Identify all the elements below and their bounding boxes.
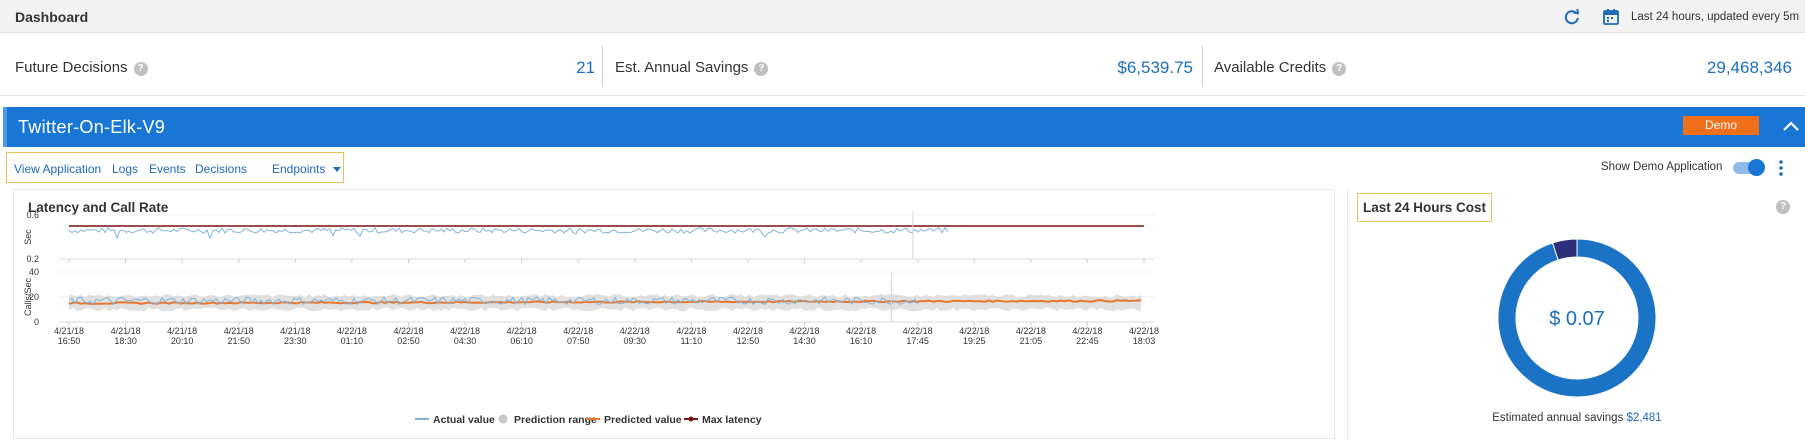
x-tick-label: 18:03 — [1133, 336, 1156, 346]
x-tick-label: 4/21/18 — [224, 326, 254, 336]
nav-events[interactable]: Events — [149, 162, 186, 176]
legend-label: Max latency — [702, 414, 762, 426]
x-tick-label: 4/22/18 — [620, 326, 650, 336]
y-tick-label: 40 — [29, 267, 39, 277]
x-tick-label: 14:30 — [793, 336, 816, 346]
top-bar: Dashboard Last 24 hours, updated every 5… — [0, 0, 1805, 33]
latency-actual-line — [68, 226, 949, 240]
latency-call-rate-panel: Latency and Call Rate 0.6 0.2 Sec 40 20 0 Call… — [13, 189, 1335, 439]
x-tick-label: 12:50 — [737, 336, 760, 346]
x-tick-label: 4/21/18 — [167, 326, 197, 336]
help-icon[interactable]: ? — [754, 62, 769, 76]
y-axis-label: Calls/Sec — [23, 277, 33, 316]
chevron-up-icon[interactable] — [1780, 116, 1802, 138]
application-name: Twitter-On-Elk-V9 — [18, 117, 166, 137]
cost-panel: Last 24 Hours Cost ? $ 0.07 Estimated an… — [1347, 189, 1805, 439]
x-tick-label: 4/22/18 — [563, 326, 593, 336]
x-tick-label: 4/22/18 — [903, 326, 933, 336]
nav-view-application[interactable]: View Application — [14, 162, 101, 176]
stats-row: Future Decisions? 21 Est. Annual Savings… — [0, 37, 1805, 96]
x-tick-label: 23:30 — [284, 336, 307, 346]
x-tick-label: 22:45 — [1076, 336, 1099, 346]
x-tick-label: 4/22/18 — [1072, 326, 1102, 336]
stat-future-decisions: Future Decisions? 21 — [15, 47, 595, 87]
x-tick-label: 16:50 — [58, 336, 81, 346]
y-tick-label: 0.6 — [26, 210, 39, 220]
y-tick-label: 0 — [34, 317, 39, 327]
application-header[interactable]: Twitter-On-Elk-V9 Demo — [3, 107, 1805, 147]
help-icon[interactable]: ? — [133, 62, 148, 76]
stat-label: Est. Annual Savings — [615, 59, 749, 76]
cost-donut-chart: $ 0.07 — [1497, 238, 1657, 398]
stat-value: 21 — [576, 58, 595, 77]
x-tick-label: 4/22/18 — [1129, 326, 1159, 336]
estimated-savings: Estimated annual savings $2,481 — [1348, 412, 1805, 424]
legend-label: Prediction range — [514, 414, 597, 426]
x-tick-label: 4/21/18 — [54, 326, 84, 336]
x-tick-label: 4/22/18 — [790, 326, 820, 336]
legend-swatch-max-dot — [688, 416, 694, 422]
savings-value: $2,481 — [1626, 412, 1662, 424]
x-tick-label: 4/22/18 — [507, 326, 537, 336]
x-tick-label: 01:10 — [341, 336, 364, 346]
nav-logs[interactable]: Logs — [112, 162, 138, 176]
x-tick-label: 16:10 — [850, 336, 873, 346]
x-tick-label: 06:10 — [510, 336, 533, 346]
x-tick-label: 4/22/18 — [676, 326, 706, 336]
x-tick-label: 4/22/18 — [733, 326, 763, 336]
x-tick-label: 19:25 — [963, 336, 986, 346]
toggle-knob — [1748, 159, 1765, 176]
donut-center-label: $ 0.07 — [1549, 308, 1605, 330]
y-axis-label: Sec — [23, 229, 33, 245]
x-tick-label: 11:10 — [680, 336, 702, 346]
demo-badge: Demo — [1683, 116, 1759, 135]
x-tick-label: 20:10 — [171, 336, 194, 346]
x-tick-label: 4/22/18 — [846, 326, 876, 336]
time-range-label[interactable]: Last 24 hours, updated every 5m — [1631, 11, 1799, 23]
x-tick-label: 4/22/18 — [393, 326, 423, 336]
x-tick-label: 4/21/18 — [280, 326, 310, 336]
stat-label: Future Decisions — [15, 59, 128, 76]
latency-call-rate-chart: 0.60.2Sec40200Calls/Sec4/21/1816:504/21/… — [23, 210, 1159, 426]
stat-annual-savings: Est. Annual Savings? $6,539.75 — [615, 47, 1193, 87]
stat-value: 29,468,346 — [1706, 58, 1792, 77]
help-icon[interactable]: ? — [1332, 62, 1347, 76]
nav-endpoints[interactable]: Endpoints — [272, 162, 325, 176]
calendar-icon[interactable] — [1602, 8, 1620, 26]
legend-label: Actual value — [433, 414, 495, 426]
nav-decisions[interactable]: Decisions — [195, 162, 247, 176]
stat-available-credits: Available Credits? 29,468,346 — [1214, 47, 1792, 87]
x-tick-label: 02:50 — [397, 336, 420, 346]
divider — [602, 46, 603, 86]
show-demo-label: Show Demo Application — [1601, 161, 1723, 173]
stat-label: Available Credits — [1214, 59, 1327, 76]
stat-value: $6,539.75 — [1117, 58, 1193, 77]
savings-label: Estimated annual savings — [1492, 412, 1624, 424]
x-tick-label: 4/21/18 — [111, 326, 141, 336]
x-tick-label: 4/22/18 — [959, 326, 989, 336]
chevron-down-icon[interactable] — [333, 167, 341, 172]
show-demo-toggle[interactable] — [1733, 159, 1765, 176]
x-tick-label: 21:50 — [227, 336, 250, 346]
legend-label: Predicted value — [604, 414, 682, 426]
x-tick-label: 21:05 — [1020, 336, 1043, 346]
application-subnav: View Application Logs Events Decisions E… — [6, 152, 344, 183]
x-tick-label: 09:30 — [624, 336, 647, 346]
x-tick-label: 18:30 — [114, 336, 137, 346]
x-tick-label: 04:30 — [454, 336, 477, 346]
page-title: Dashboard — [15, 9, 89, 25]
x-tick-label: 07:50 — [567, 336, 590, 346]
y-tick-label: 0.2 — [26, 254, 39, 264]
x-tick-label: 4/22/18 — [1016, 326, 1046, 336]
x-tick-label: 17:45 — [906, 336, 929, 346]
refresh-icon[interactable] — [1563, 8, 1581, 26]
x-tick-label: 4/22/18 — [450, 326, 480, 336]
legend-swatch-range — [498, 414, 508, 424]
x-tick-label: 4/22/18 — [337, 326, 367, 336]
more-options-icon[interactable] — [1778, 159, 1784, 177]
divider — [1202, 46, 1203, 86]
